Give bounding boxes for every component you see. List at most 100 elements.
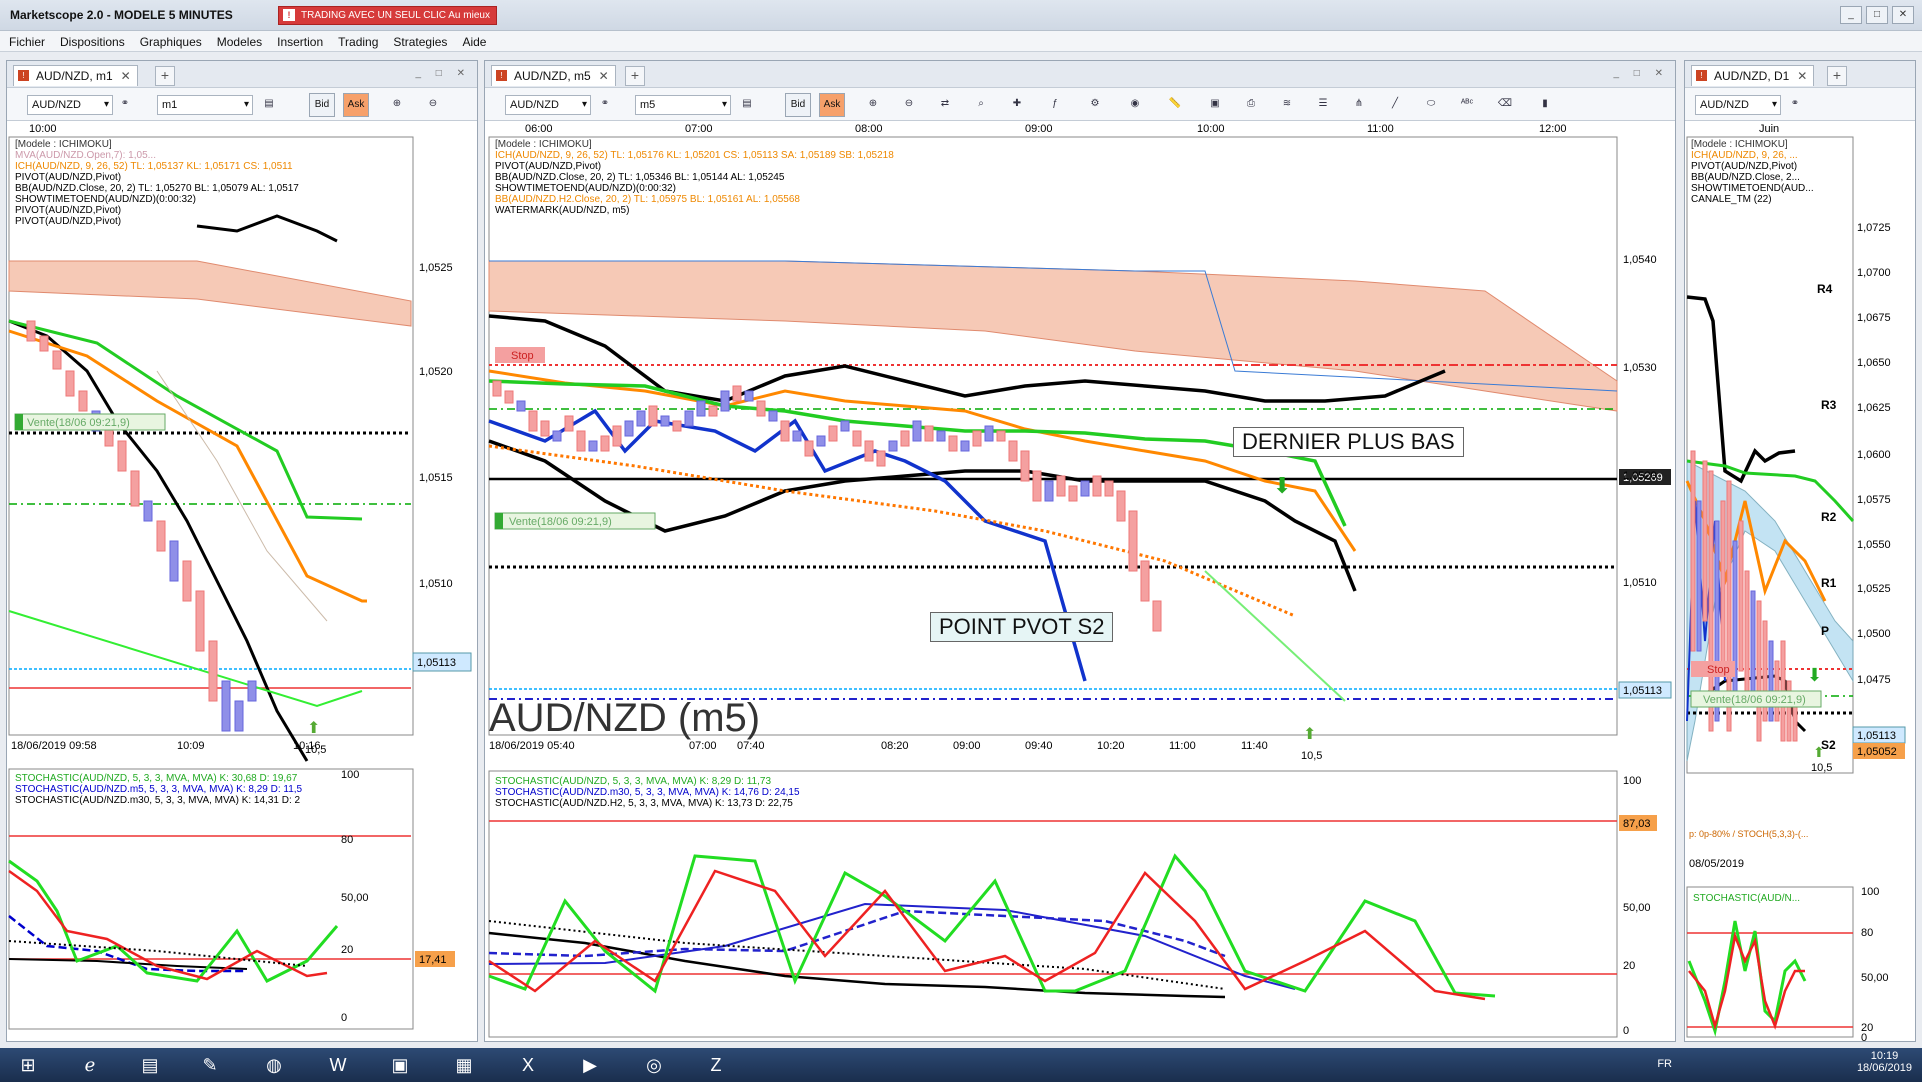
period-select[interactable]: m1 <box>157 95 253 115</box>
menu-insertion[interactable]: Insertion <box>268 31 329 49</box>
print-icon[interactable]: ⎙ <box>1241 94 1261 114</box>
instrument-select[interactable]: AUD/NZD <box>1695 95 1781 115</box>
eraser-icon[interactable]: ⌫ <box>1495 94 1515 114</box>
excel-icon[interactable]: X <box>504 1050 552 1080</box>
zoom-in-icon[interactable]: ⊕ <box>387 94 407 114</box>
candle <box>1020 450 1030 482</box>
indicator-line: [Modele : ICHIMOKU] <box>15 139 112 150</box>
volume-icon[interactable]: ▮ <box>1535 94 1555 114</box>
chart-toolbar: AUD/NZD ⚭ m1 ▤ Bid Ask ⊕ ⊖ <box>7 88 477 121</box>
tab-row: ! AUD/NZD, D1 ✕ + <box>1685 61 1915 88</box>
d1-price-chart[interactable]: Juin Stop Vente(18/06 09:21,9) ⬇ ⬆ 10,5 … <box>1685 121 1915 1041</box>
candle <box>195 590 205 652</box>
zoom-out-icon[interactable]: ⊖ <box>423 94 443 114</box>
ask-button[interactable]: Ask <box>819 93 845 117</box>
tab-audnzd-d1[interactable]: ! AUD/NZD, D1 ✕ <box>1691 65 1815 86</box>
x-tick: 10:09 <box>177 740 205 752</box>
indicator-line: STOCHASTIC(AUD/NZD, 5, 3, 3, MVA, MVA) K… <box>15 773 298 784</box>
menu-fichier[interactable]: Fichier <box>0 31 51 49</box>
media-icon[interactable]: ▶ <box>566 1050 614 1080</box>
text-icon[interactable]: ᴬᴮᶜ <box>1457 94 1477 114</box>
word-icon[interactable]: W <box>314 1050 362 1080</box>
indicator-line: MVA(AUD/NZD.Open,7): 1,05... <box>15 150 156 161</box>
lines-icon[interactable]: ☰ <box>1313 94 1333 114</box>
scroll-icon[interactable]: ⇄ <box>935 94 955 114</box>
add-tab-button[interactable]: + <box>1827 66 1847 86</box>
paint-icon[interactable]: ✎ <box>186 1050 234 1080</box>
instrument-select[interactable]: AUD/NZD <box>27 95 113 115</box>
close-icon[interactable]: ✕ <box>1797 66 1807 86</box>
maximize-icon[interactable]: □ <box>1866 6 1888 24</box>
screenshot-icon[interactable]: ▣ <box>1205 94 1225 114</box>
menu-dispositions[interactable]: Dispositions <box>51 31 131 49</box>
candle <box>1756 600 1762 742</box>
close-icon[interactable]: ✕ <box>1892 6 1914 24</box>
ask-button[interactable]: Ask <box>343 93 369 117</box>
bid-button[interactable]: Bid <box>785 93 811 117</box>
add-tab-button[interactable]: + <box>155 66 175 86</box>
y-axis: 1,0540 1,0530 1,0520 1,0510 <box>1623 254 1657 589</box>
y-tick: 50,00 <box>1861 972 1889 984</box>
link-icon[interactable]: ⚭ <box>1785 94 1805 114</box>
m5-price-chart[interactable]: 06:00 07:00 08:00 09:00 10:00 11:00 12:00 Stop… <box>485 121 1675 1041</box>
indicator-line: SHOWTIMETOEND(AUD/NZD)(0:00:32) <box>15 194 196 205</box>
chart-type-icon[interactable]: ▤ <box>259 94 279 114</box>
pivot-s2: S2 <box>1821 738 1836 752</box>
candle <box>1044 480 1054 502</box>
ie-icon[interactable]: ℯ <box>66 1050 114 1080</box>
explorer-icon[interactable]: ▤ <box>126 1050 174 1080</box>
period-select[interactable]: m5 <box>635 95 731 115</box>
one-click-trading-banner[interactable]: ! TRADING AVEC UN SEUL CLIC Au mieux <box>278 6 497 25</box>
tab-audnzd-m5[interactable]: ! AUD/NZD, m5 ✕ <box>491 65 616 86</box>
menu-aide[interactable]: Aide <box>453 31 492 49</box>
link-icon[interactable]: ⚭ <box>115 94 135 114</box>
globe-icon[interactable]: ◉ <box>1125 94 1145 114</box>
trendline-icon[interactable]: ╱ <box>1385 94 1405 114</box>
instrument-select[interactable]: AUD/NZD <box>505 95 591 115</box>
zoom-out-icon[interactable]: ⊖ <box>899 94 919 114</box>
language-indicator[interactable]: FR <box>1657 1058 1672 1070</box>
x-tick: 08:00 <box>855 123 883 135</box>
ruler-icon[interactable]: 📏 <box>1165 94 1185 114</box>
menu-graphiques[interactable]: Graphiques <box>131 31 208 49</box>
link-icon[interactable]: ⚭ <box>595 94 615 114</box>
menu-modeles[interactable]: Modeles <box>208 31 268 49</box>
search-icon[interactable]: ⌕ <box>971 94 991 114</box>
window-icon[interactable]: ▣ <box>376 1050 424 1080</box>
bid-button[interactable]: Bid <box>309 93 335 117</box>
close-icon[interactable]: ✕ <box>599 66 609 86</box>
firefox-icon[interactable]: ◍ <box>250 1050 298 1080</box>
chrome-icon[interactable]: ◎ <box>630 1050 678 1080</box>
panel-controls[interactable]: _ □ ✕ <box>1613 68 1669 79</box>
indicator-line: ICH(AUD/NZD, 9, 26, 52) TL: 1,05176 KL: … <box>495 150 894 161</box>
tab-audnzd-m1[interactable]: ! AUD/NZD, m1 ✕ <box>13 65 138 86</box>
menu-trading[interactable]: Trading <box>329 31 384 49</box>
pitchfork-icon[interactable]: ⋔ <box>1349 94 1369 114</box>
m1-price-chart[interactable]: 10:00 1,05113 Vente(18/06 09:21,9) ⬆ 10,… <box>7 121 477 1041</box>
zoom-in-icon[interactable]: ⊕ <box>863 94 883 114</box>
add-tab-button[interactable]: + <box>625 66 645 86</box>
y-tick: 100 <box>1623 775 1641 787</box>
crosshair-icon[interactable]: ✚ <box>1007 94 1027 114</box>
candle <box>552 430 562 442</box>
candle <box>804 440 814 457</box>
stochastic-legend: STOCHASTIC(AUD/NZD, 5, 3, 3, MVA, MVA) K… <box>15 773 303 806</box>
clock[interactable]: 10:19 18/06/2019 <box>1857 1050 1912 1074</box>
start-icon[interactable]: ⊞ <box>4 1050 52 1080</box>
chart-type-icon[interactable]: ▤ <box>737 94 757 114</box>
indicator-icon[interactable]: ƒ <box>1045 94 1065 114</box>
strategy-icon[interactable]: ⚙ <box>1085 94 1105 114</box>
pivot-r4: R4 <box>1817 282 1833 296</box>
app-icon[interactable]: Z <box>692 1050 740 1080</box>
price-tag-current: 1,05113 <box>1857 730 1896 742</box>
candle <box>576 430 586 452</box>
minimize-icon[interactable]: _ <box>1840 6 1862 24</box>
indicator-line: STOCHASTIC(AUD/NZD, 5, 3, 3, MVA, MVA) K… <box>495 776 771 787</box>
menu-strategies[interactable]: Strategies <box>384 31 453 49</box>
marketscope-icon[interactable]: ▦ <box>440 1050 488 1080</box>
close-icon[interactable]: ✕ <box>121 66 131 86</box>
fibonacci-icon[interactable]: ≋ <box>1277 94 1297 114</box>
panel-controls[interactable]: _ □ ✕ <box>415 68 471 79</box>
candle <box>1116 490 1126 522</box>
shape-icon[interactable]: ⬭ <box>1421 94 1441 114</box>
